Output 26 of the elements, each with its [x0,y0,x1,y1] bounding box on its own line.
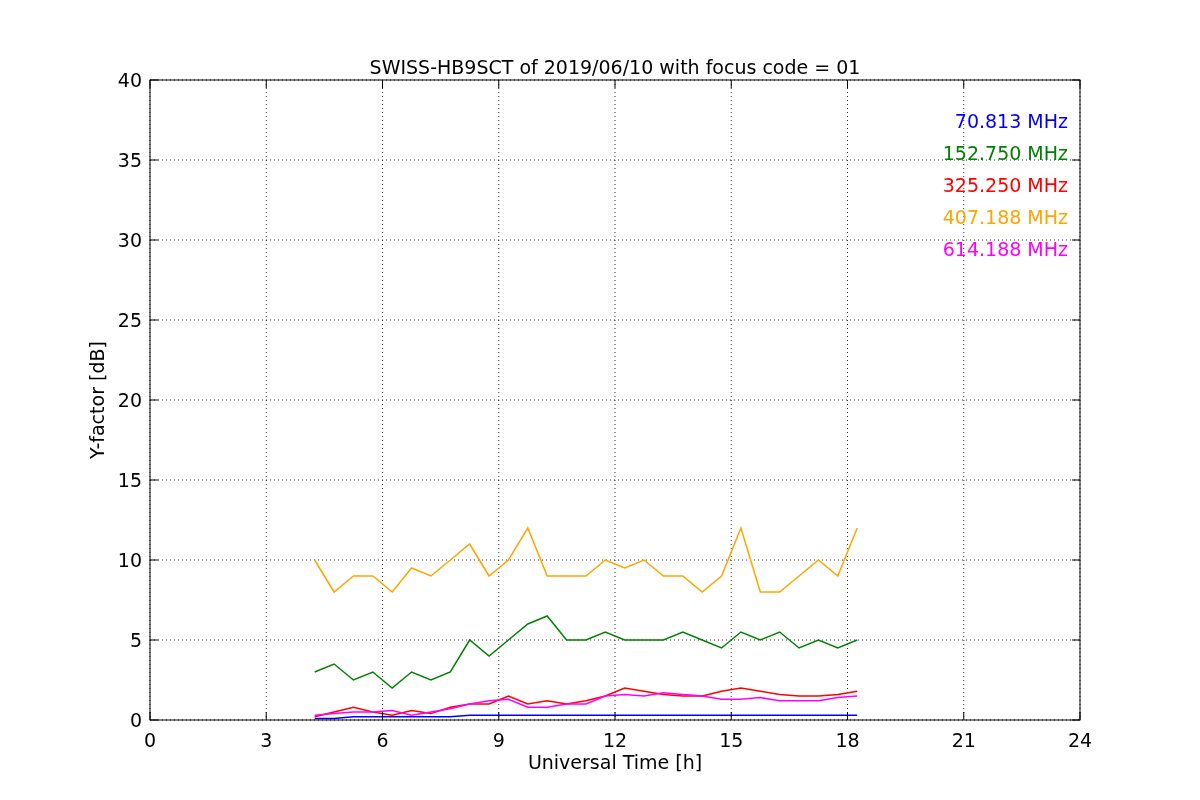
y-tick-label: 0 [129,709,142,731]
x-axis-label: Universal Time [h] [527,751,703,773]
y-tick-label: 15 [117,469,142,491]
x-tick-label: 15 [719,729,744,751]
y-tick-label: 30 [117,229,142,251]
x-tick-label: 3 [260,729,273,751]
y-tick-label: 20 [117,389,142,411]
y-tick-label: 40 [117,69,142,91]
legend-label: 70.813 MHz [954,110,1068,132]
x-tick-label: 24 [1067,729,1093,751]
x-tick-label: 21 [951,729,976,751]
y-tick-label: 35 [117,149,142,171]
x-tick-label: 9 [492,729,505,751]
x-tick-label: 0 [143,729,157,751]
chart-title: SWISS-HB9SCT of 2019/06/10 with focus code = 01 [369,56,861,78]
legend-label: 407.188 MHz [942,206,1068,228]
legend-label: 614.188 MHz [942,238,1068,260]
x-tick-label: 12 [602,729,628,751]
y-axis-label: Y-factor [dB] [86,341,108,459]
y-tick-label: 10 [117,549,142,571]
legend-label: 152.750 MHz [942,142,1068,164]
x-tick-label: 18 [835,729,860,751]
x-tick-label: 6 [376,729,389,751]
y-tick-label: 5 [129,629,142,651]
legend-label: 325.250 MHz [942,174,1068,196]
y-tick-label: 25 [117,309,142,331]
